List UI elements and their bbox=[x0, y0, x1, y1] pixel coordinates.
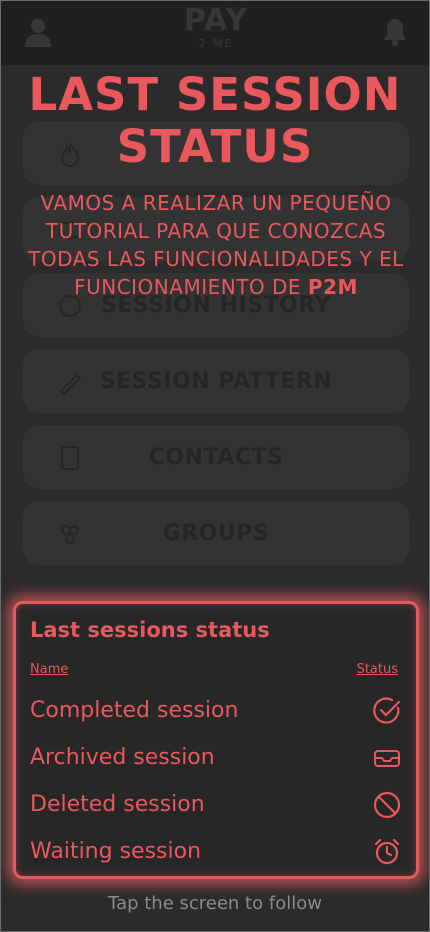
check-circle-icon bbox=[373, 697, 401, 724]
status-row-label: Completed session bbox=[30, 698, 239, 723]
tap-to-follow-hint[interactable]: Tap the screen to follow bbox=[1, 893, 429, 914]
status-row-label: Waiting session bbox=[30, 839, 202, 864]
column-header-name: Name bbox=[30, 662, 69, 677]
status-row-label: Deleted session bbox=[30, 792, 205, 817]
status-row-completed: Completed session bbox=[30, 692, 402, 732]
tutorial-title: LAST SESSION STATUS bbox=[28, 68, 402, 173]
tutorial-description: VAMOS A REALIZAR UN PEQUEÑO TUTORIAL PAR… bbox=[21, 189, 411, 301]
inbox-icon bbox=[374, 750, 400, 767]
tutorial-text-bold: P2M bbox=[307, 275, 358, 299]
status-row-label: Archived session bbox=[30, 745, 215, 770]
status-row-deleted: Deleted session bbox=[30, 786, 402, 826]
status-row-archived: Archived session bbox=[30, 739, 402, 779]
app-frame[interactable]: PAY 2 ME SESSION HISTORY SESSION PATTERN bbox=[0, 0, 430, 932]
status-row-waiting: Waiting session bbox=[30, 833, 402, 873]
last-sessions-status-panel: Last sessions status Name Status Complet… bbox=[13, 601, 419, 879]
alarm-clock-icon bbox=[374, 838, 400, 865]
column-header-status: Status bbox=[356, 662, 398, 677]
ban-icon bbox=[373, 791, 401, 819]
panel-title: Last sessions status bbox=[30, 618, 270, 642]
